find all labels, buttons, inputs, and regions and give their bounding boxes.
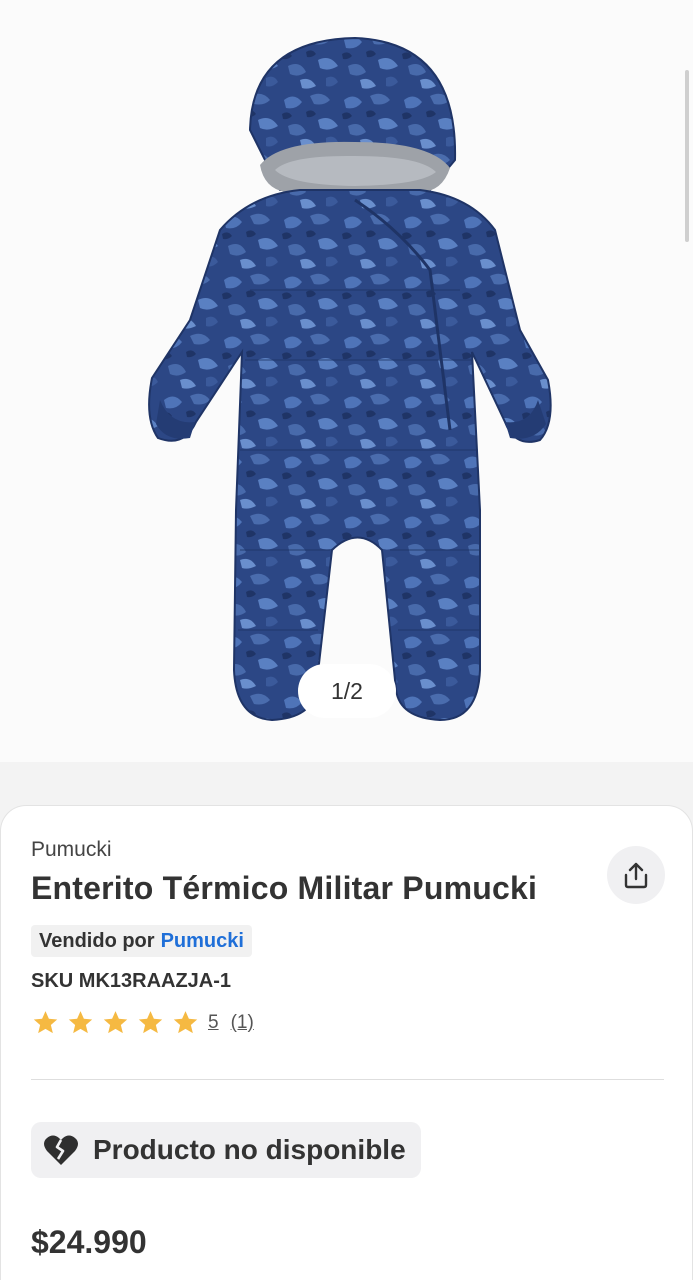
star-icon bbox=[173, 1011, 198, 1034]
product-sku: SKU MK13RAAZJA-1 bbox=[31, 970, 232, 992]
product-price: $24.990 bbox=[31, 1224, 147, 1260]
star-icon bbox=[33, 1011, 58, 1034]
product-info-card: Pumucki Enterito Térmico Militar Pumucki… bbox=[0, 805, 693, 1280]
star-icon bbox=[68, 1011, 93, 1034]
broken-heart-icon bbox=[44, 1135, 78, 1165]
share-button[interactable] bbox=[607, 846, 665, 904]
jumpsuit-illustration bbox=[148, 36, 552, 722]
seller-badge: Vendido por Pumucki bbox=[31, 925, 252, 957]
image-pager: 1/2 bbox=[298, 664, 396, 718]
star-icon bbox=[103, 1011, 128, 1034]
seller-prefix: Vendido por bbox=[39, 929, 155, 952]
share-icon bbox=[624, 862, 648, 889]
rating-value[interactable]: 5 bbox=[208, 1012, 219, 1034]
availability-text: Producto no disponible bbox=[93, 1134, 406, 1165]
product-title: Enterito Térmico Militar Pumucki bbox=[31, 870, 538, 906]
rating-count[interactable]: (1) bbox=[231, 1012, 254, 1034]
divider bbox=[31, 1079, 664, 1080]
product-gallery[interactable]: 1/2 bbox=[0, 0, 693, 762]
rating-stars bbox=[31, 1009, 200, 1037]
product-brand[interactable]: Pumucki bbox=[31, 838, 112, 862]
product-image[interactable] bbox=[100, 30, 570, 730]
availability-badge: Producto no disponible bbox=[31, 1122, 421, 1178]
star-icon bbox=[138, 1011, 163, 1034]
product-rating[interactable]: 5 (1) bbox=[31, 1009, 254, 1037]
scrollbar[interactable] bbox=[685, 70, 689, 242]
seller-link[interactable]: Pumucki bbox=[161, 930, 244, 953]
